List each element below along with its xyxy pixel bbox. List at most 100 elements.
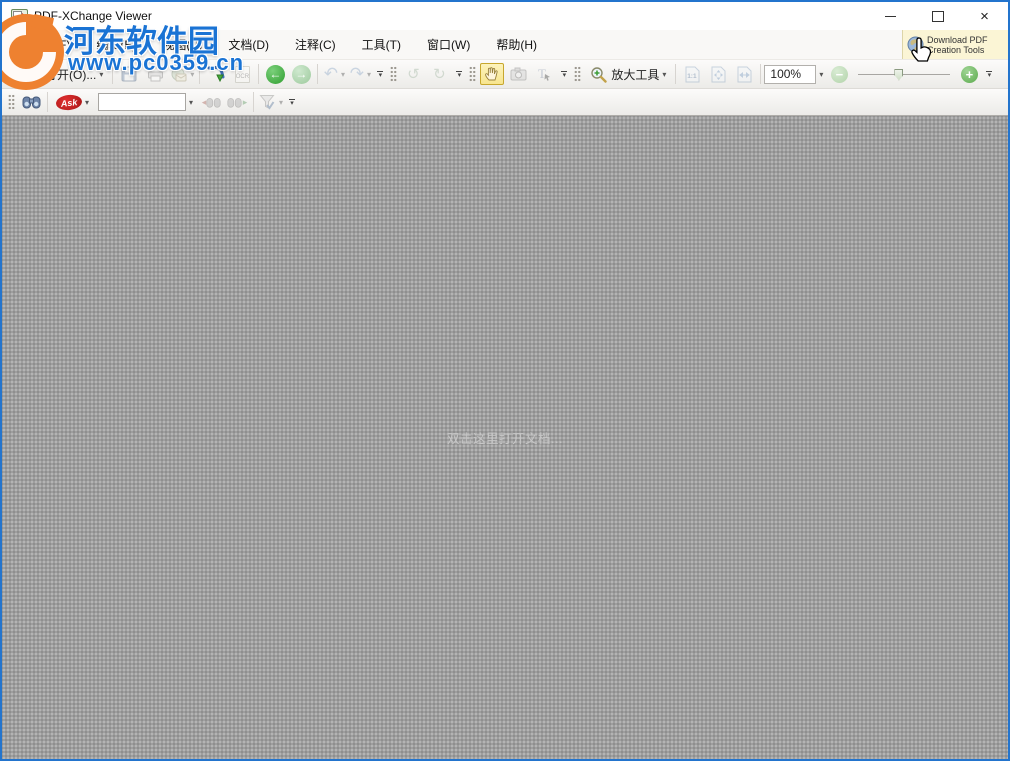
- search-next-button: ▸: [225, 91, 249, 113]
- open-folder-icon: [24, 67, 41, 81]
- zoom-tool-label: 放大工具: [611, 67, 660, 82]
- zoom-in-button[interactable]: +: [957, 63, 981, 85]
- menu-edit[interactable]: 编辑(E): [83, 30, 149, 59]
- filter-dropdown-icon: ▾: [279, 97, 284, 107]
- toolbar-separator: [760, 64, 762, 84]
- back-icon: ←: [265, 64, 285, 84]
- menu-window[interactable]: 窗口(W): [414, 30, 483, 59]
- fit-width-icon: [737, 66, 752, 82]
- zoom-slider-track: [858, 73, 951, 75]
- select-text-button: T: [532, 63, 556, 85]
- close-icon: ×: [980, 7, 989, 25]
- go-forward-button: →: [289, 63, 313, 85]
- rotate-cw-icon: ↻: [433, 66, 446, 83]
- toolbar-separator: [199, 64, 201, 84]
- toolbar-drag-handle[interactable]: [469, 66, 477, 82]
- minimize-icon: [885, 15, 896, 17]
- close-button[interactable]: ×: [961, 2, 1008, 30]
- ask-search-provider-button[interactable]: Ask ▾: [52, 91, 93, 113]
- redo-dropdown-icon: ▾: [366, 69, 371, 79]
- toolbar-overflow-button[interactable]: ▾: [561, 70, 568, 79]
- ocr-button: OCR: [230, 63, 254, 85]
- menu-bar: 文件(F) 编辑(E) 视图(V) 文档(D) 注释(C) 工具(T) 窗口(W…: [2, 30, 1008, 59]
- forward-icon: →: [291, 64, 311, 84]
- email-button: ▾: [169, 63, 195, 85]
- print-icon: [147, 67, 163, 81]
- ask-dropdown-icon[interactable]: ▾: [85, 98, 89, 107]
- menu-file[interactable]: 文件(F): [18, 30, 83, 59]
- svg-text:1:1: 1:1: [687, 73, 697, 80]
- zoom-slider[interactable]: [858, 66, 951, 83]
- filter-search-button: ▾: [258, 91, 284, 113]
- toolbar-drag-handle[interactable]: [8, 66, 15, 82]
- zoom-slider-thumb[interactable]: [894, 68, 904, 81]
- redo-icon: ↷: [349, 64, 364, 83]
- document-area[interactable]: 双击这里打开文档...: [2, 116, 1008, 759]
- menu-help[interactable]: 帮助(H): [483, 30, 550, 59]
- find-toolbar: Ask ▾ ▾ ◂ ▸ ▾ ▾: [2, 88, 1008, 116]
- rotate-ccw-button: ↺: [401, 63, 425, 85]
- search-previous-button: ◂: [199, 91, 223, 113]
- rotate-cw-button: ↻: [427, 63, 451, 85]
- magnifier-plus-icon: [591, 66, 608, 83]
- empty-document-hint[interactable]: 双击这里打开文档...: [447, 428, 563, 447]
- zoom-out-icon: −: [830, 65, 848, 83]
- filter-funnel-icon: [259, 95, 275, 110]
- maximize-button[interactable]: [914, 2, 961, 30]
- toolbar-separator: [112, 64, 114, 84]
- fit-width-button: [732, 63, 756, 85]
- menu-comments[interactable]: 注释(C): [282, 30, 349, 59]
- undo-icon: ↶: [323, 64, 338, 83]
- zoom-out-button[interactable]: −: [827, 63, 851, 85]
- window-title: PDF-XChange Viewer: [34, 9, 152, 23]
- download-pdf-tools-button[interactable]: Download PDF Creation Tools: [902, 30, 1008, 59]
- toolbar-overflow-button[interactable]: ▾: [456, 70, 463, 79]
- toolbar-overflow-button[interactable]: ▾: [377, 70, 384, 79]
- camera-icon: [510, 67, 527, 81]
- undo-button: ↶ ▾: [322, 63, 346, 85]
- binoculars-icon: [206, 97, 221, 108]
- zoom-tool-button[interactable]: 放大工具 ▾: [585, 63, 671, 85]
- actual-size-icon: 1:1: [685, 66, 700, 82]
- binoculars-icon: [227, 97, 242, 108]
- select-text-icon: T: [538, 66, 551, 81]
- toolbar-separator: [675, 64, 677, 84]
- toolbar-overflow-button[interactable]: ▾: [986, 70, 993, 79]
- menu-view[interactable]: 视图(V): [149, 30, 215, 59]
- toolbar-separator: [317, 64, 319, 84]
- menu-tools[interactable]: 工具(T): [349, 30, 414, 59]
- toolbar-separator: [258, 64, 260, 84]
- find-button[interactable]: [19, 91, 43, 113]
- open-dropdown-icon[interactable]: ▾: [99, 70, 103, 79]
- toolbar-drag-handle[interactable]: [390, 66, 398, 82]
- scan-import-icon: [207, 65, 225, 82]
- ocr-icon: OCR: [234, 65, 250, 83]
- redo-button: ↷ ▾: [348, 63, 372, 85]
- app-icon: [11, 8, 28, 24]
- open-button[interactable]: 打开(O)... ▾: [19, 63, 108, 85]
- snapshot-button: [506, 63, 530, 85]
- minimize-button[interactable]: [867, 2, 914, 30]
- scan-import-button[interactable]: [204, 63, 228, 85]
- save-icon: [121, 66, 137, 82]
- maximize-icon: [931, 10, 944, 22]
- ask-logo-icon: Ask: [55, 93, 83, 111]
- zoom-tool-dropdown-icon[interactable]: ▾: [662, 70, 666, 79]
- toolbar-drag-handle[interactable]: [8, 94, 15, 110]
- hand-tool-icon: [485, 67, 498, 81]
- toolbar-overflow-button[interactable]: ▾: [289, 98, 296, 107]
- toolbar-drag-handle[interactable]: [574, 66, 582, 82]
- main-toolbar: 打开(O)... ▾ ▾ OCR ← → ↶ ▾ ↷ ▾ ▾ ↺ ↻ ▾ T ▾…: [2, 59, 1008, 88]
- email-dropdown-icon: ▾: [190, 69, 195, 79]
- menu-document[interactable]: 文档(D): [215, 30, 282, 59]
- zoom-level-dropdown-icon[interactable]: ▾: [819, 70, 823, 79]
- binoculars-icon: [22, 96, 40, 109]
- undo-dropdown-icon: ▾: [340, 69, 345, 79]
- search-history-dropdown-icon[interactable]: ▾: [189, 98, 193, 107]
- search-input[interactable]: [98, 93, 187, 111]
- hand-tool-button[interactable]: [480, 63, 505, 85]
- app-window: PDF-XChange Viewer × 文件(F) 编辑(E) 视图(V) 文…: [0, 0, 1010, 761]
- zoom-level-combo[interactable]: 100%: [764, 64, 817, 84]
- go-back-button[interactable]: ←: [263, 63, 287, 85]
- globe-icon: [907, 36, 924, 53]
